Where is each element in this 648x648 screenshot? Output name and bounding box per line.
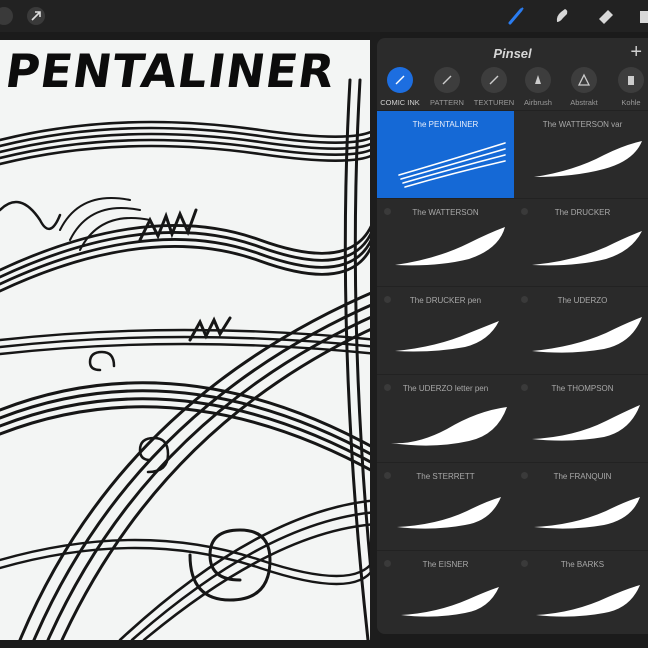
brush-preview	[532, 405, 640, 441]
brush-item-pentaliner[interactable]: The PENTALINER	[377, 110, 514, 199]
brush-preview	[532, 317, 642, 353]
drawing-canvas[interactable]: PENTALINER	[0, 40, 378, 640]
wrench-icon[interactable]	[0, 6, 14, 26]
canvas-strokes	[0, 78, 378, 640]
pen-nib-icon	[387, 67, 413, 93]
brush-preview	[398, 142, 506, 188]
brush-item-drucker-pen[interactable]: The DRUCKER pen	[377, 286, 514, 375]
brush-item-uderzo[interactable]: The UDERZO	[514, 286, 648, 375]
pencil-icon	[481, 67, 507, 93]
brush-item-thompson[interactable]: The THOMPSON	[514, 374, 648, 463]
brush-preview	[534, 497, 640, 529]
brush-preview	[534, 141, 642, 177]
brush-item-franquin[interactable]: The FRANQUIN	[514, 462, 648, 551]
eraser-icon[interactable]	[596, 6, 616, 26]
brush-preview	[395, 321, 499, 352]
triangle-icon	[571, 67, 597, 93]
brush-library-panel: Pinsel + COMIC INK PATTERN TEXTUREN Airb…	[377, 38, 648, 634]
layers-icon[interactable]	[636, 6, 648, 26]
brush-preview	[401, 587, 499, 617]
canvas-title: PENTALINER	[2, 44, 339, 98]
brush-preview	[395, 227, 505, 266]
brush-preview	[391, 407, 507, 446]
brush-item-drucker[interactable]: The DRUCKER	[514, 198, 648, 287]
brush-item-eisner[interactable]: The EISNER	[377, 550, 514, 634]
cursor-arrow-icon[interactable]	[26, 6, 46, 26]
panel-title: Pinsel	[493, 46, 532, 61]
brush-item-watterson-var[interactable]: The WATTERSON var	[514, 110, 648, 199]
brush-icon[interactable]	[506, 6, 526, 26]
smudge-icon[interactable]	[552, 6, 572, 26]
airbrush-icon	[525, 67, 551, 93]
brush-item-barks[interactable]: The BARKS	[514, 550, 648, 634]
brush-preview	[397, 497, 501, 529]
brush-preview	[532, 231, 642, 266]
charcoal-icon	[618, 67, 644, 93]
brush-item-watterson[interactable]: The WATTERSON	[377, 198, 514, 287]
top-toolbar	[0, 0, 648, 32]
add-brush-button[interactable]: +	[630, 42, 642, 62]
brush-item-sterrett[interactable]: The STERRETT	[377, 462, 514, 551]
brush-preview	[536, 585, 640, 617]
pencil-icon	[434, 67, 460, 93]
brush-item-uderzo-letter-pen[interactable]: The UDERZO letter pen	[377, 374, 514, 463]
